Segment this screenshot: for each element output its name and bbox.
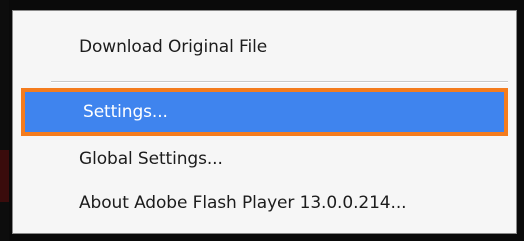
menu-item-settings[interactable]: Settings... [21,88,508,136]
menu-item-about-flash-player[interactable]: About Adobe Flash Player 13.0.0.214... [13,183,516,223]
background-strip [0,150,9,202]
flash-context-menu: Download Original File Settings... Globa… [12,10,517,234]
background-edge [0,0,9,241]
menu-item-global-settings[interactable]: Global Settings... [13,139,516,179]
menu-item-download-original-file[interactable]: Download Original File [13,27,516,67]
menu-separator [51,81,508,83]
